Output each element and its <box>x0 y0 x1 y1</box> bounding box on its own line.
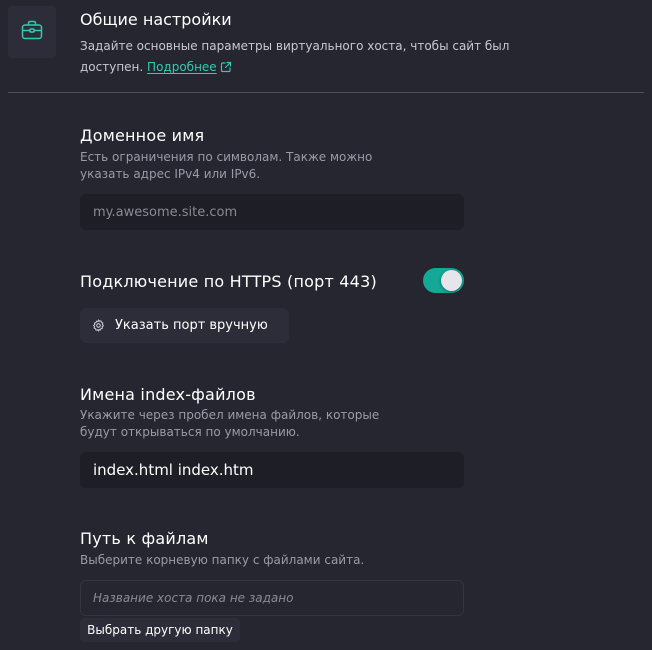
more-info-link-label: Подробнее <box>147 60 217 74</box>
set-port-button-label: Указать порт вручную <box>115 318 268 333</box>
choose-folder-button[interactable]: Выбрать другую папку <box>80 618 240 642</box>
domain-title: Доменное имя <box>80 126 205 145</box>
file-path-placeholder: Название хоста пока не задано <box>93 591 294 605</box>
https-toggle[interactable] <box>423 268 464 293</box>
header-icon-box <box>8 6 56 58</box>
index-files-description: Укажите через пробел имена файлов, котор… <box>80 408 380 439</box>
more-info-link[interactable]: Подробнее <box>147 60 232 74</box>
external-link-icon <box>220 59 232 80</box>
gear-icon <box>92 319 105 332</box>
header-title: Общие настройки <box>80 10 232 29</box>
domain-description: Есть ограничения по символам. Также можн… <box>80 150 373 181</box>
header-description: Задайте основные параметры виртуального … <box>80 36 520 80</box>
file-path-title: Путь к файлам <box>80 529 209 548</box>
header-description-text: Задайте основные параметры виртуального … <box>80 39 510 74</box>
https-title: Подключение по HTTPS (порт 443) <box>80 272 377 291</box>
set-port-button[interactable]: Указать порт вручную <box>80 308 289 343</box>
index-files-title: Имена index-файлов <box>80 385 256 404</box>
briefcase-icon <box>21 20 43 44</box>
header-divider <box>8 92 644 93</box>
file-path-description: Выберите корневую папку с файлами сайта. <box>80 553 365 567</box>
index-files-input[interactable] <box>80 452 464 488</box>
file-path-field[interactable]: Название хоста пока не задано <box>80 580 464 616</box>
domain-input[interactable] <box>80 194 464 230</box>
choose-folder-button-label: Выбрать другую папку <box>87 623 233 637</box>
https-toggle-knob <box>441 270 462 291</box>
